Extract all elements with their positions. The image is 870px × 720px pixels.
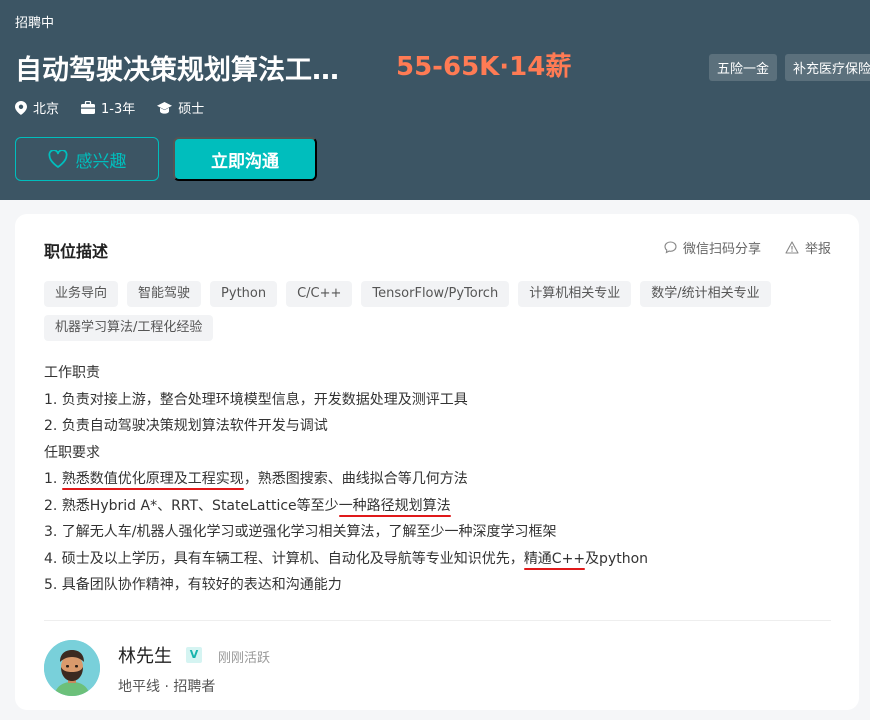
benefit-tag: 五险一金 [709, 54, 778, 81]
requirement-text: ，熟悉图搜索、曲线拟合等几何方法 [243, 471, 468, 487]
skill-tag: TensorFlow/PyTorch [361, 281, 510, 307]
section-title: 职位描述 [44, 242, 109, 261]
avatar-illustration [44, 640, 100, 696]
report-link[interactable]: 举报 [785, 238, 831, 257]
skill-tag: 智能驾驶 [127, 281, 202, 307]
job-description-card: 职位描述 微信扫码分享 举报 业务导向 智能驾驶 Python C/C++ Te… [15, 214, 859, 710]
chat-now-button[interactable]: 立即沟通 [173, 137, 317, 181]
active-status: 刚刚活跃 [218, 651, 271, 666]
interest-label: 感兴趣 [75, 151, 127, 172]
skill-tag: Python [210, 281, 278, 307]
requirement-item: 5. 具备团队协作精神，有较好的表达和沟通能力 [44, 577, 342, 593]
salary: 55-65K·14薪 [396, 52, 572, 82]
underlined-text: 精通C++ [523, 550, 586, 567]
job-meta: 北京 1-3年 硕士 [15, 98, 226, 117]
requirement-text: 及python [585, 550, 649, 567]
location-text: 北京 [33, 102, 60, 117]
location-pin-icon [15, 100, 27, 115]
skill-tag: 数学/统计相关专业 [640, 281, 771, 307]
recruiter-avatar[interactable] [44, 640, 100, 696]
requirement-text: 熟悉Hybrid A*、RRT、StateLattice等至少 [61, 497, 339, 514]
requirement-prefix: 2. [44, 497, 62, 514]
requirement-item: 1. 熟悉数值优化原理及工程实现，熟悉图搜索、曲线拟合等几何方法 [44, 466, 648, 493]
heart-icon [48, 150, 67, 168]
benefit-tags: 五险一金 补充医疗保险 [709, 54, 870, 81]
briefcase-icon [81, 101, 96, 114]
recruiter-info[interactable]: 林先生 V 刚刚活跃 地平线 · 招聘者 [44, 638, 644, 698]
job-status: 招聘中 [15, 16, 55, 31]
underlined-text: 熟悉数值优化原理及工程实现 [61, 471, 244, 487]
divider [44, 620, 831, 621]
chat-bubble-icon [664, 241, 677, 254]
recruiter-company: 地平线 · 招聘者 [118, 679, 216, 695]
wechat-share-link[interactable]: 微信扫码分享 [664, 238, 761, 257]
requirement-item: 4. 硕士及以上学历，具有车辆工程、计算机、自动化及导航等专业知识优先，精通C+… [44, 546, 648, 573]
skill-tags: 业务导向 智能驾驶 Python C/C++ TensorFlow/PyTorc… [44, 281, 804, 341]
experience: 1-3年 [81, 98, 135, 117]
warning-icon [785, 241, 799, 254]
location: 北京 [15, 98, 59, 117]
card-actions: 微信扫码分享 举报 [664, 238, 831, 257]
skill-tag: 机器学习算法/工程化经验 [44, 315, 214, 341]
experience-text: 1-3年 [101, 102, 136, 117]
job-title: 自动驾驶决策规划算法工程师 [15, 55, 345, 86]
report-label: 举报 [804, 242, 831, 257]
underlined-text: 一种路径规划算法 [338, 497, 451, 514]
degree: 硕士 [157, 98, 204, 117]
recruiter-name: 林先生 [118, 646, 172, 667]
verified-badge: V [186, 647, 202, 663]
requirement-item: 2. 熟悉Hybrid A*、RRT、StateLattice等至少一种路径规划… [44, 493, 648, 520]
requirement-item: 3. 了解无人车/机器人强化学习或逆强化学习相关算法，了解至少一种深度学习框架 [44, 524, 557, 540]
requirements-heading: 任职要求 [44, 444, 100, 461]
requirement-prefix: 1. [44, 471, 62, 487]
duty-item: 2. 负责自动驾驶决策规划算法软件开发与调试 [44, 418, 328, 434]
job-description-text: 工作职责 1. 负责对接上游，整合处理环境模型信息，开发数据处理及测评工具 2.… [44, 360, 648, 599]
skill-tag: C/C++ [286, 281, 353, 307]
skill-tag: 计算机相关专业 [518, 281, 632, 307]
job-header: 招聘中 自动驾驶决策规划算法工程师 55-65K·14薪 五险一金 补充医疗保险… [0, 0, 870, 200]
duty-item: 1. 负责对接上游，整合处理环境模型信息，开发数据处理及测评工具 [44, 391, 468, 408]
requirement-text: 4. 硕士及以上学历，具有车辆工程、计算机、自动化及导航等专业知识优先， [44, 550, 524, 567]
interest-button[interactable]: 感兴趣 [15, 137, 159, 181]
degree-text: 硕士 [178, 102, 205, 117]
graduation-cap-icon [157, 101, 173, 114]
duties-heading: 工作职责 [44, 365, 100, 381]
skill-tag: 业务导向 [44, 281, 119, 307]
benefit-tag: 补充医疗保险 [785, 54, 870, 81]
wechat-share-label: 微信扫码分享 [682, 242, 761, 257]
